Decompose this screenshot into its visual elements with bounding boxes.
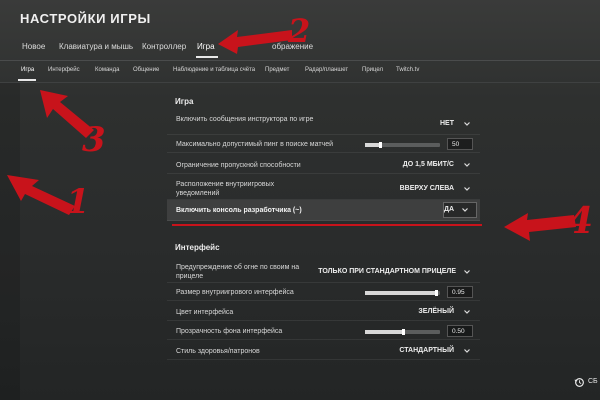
- setting-row-hud-alpha[interactable]: Прозрачность фона интерфейса 0.50: [167, 323, 480, 340]
- setting-row-health-style[interactable]: Стиль здоровья/патронов СТАНДАРТНЫЙ: [167, 343, 480, 360]
- setting-label: Размер внутриигрового интерфейса: [176, 289, 294, 296]
- reset-label: СБ: [588, 378, 598, 385]
- subtab-team[interactable]: Команда: [95, 67, 119, 73]
- subtab-communication[interactable]: Общение: [133, 67, 159, 73]
- active-main-tab-underline: [196, 56, 218, 58]
- hud-alpha-value-box[interactable]: 0.50: [447, 325, 473, 337]
- chevron-down-icon: [464, 310, 470, 314]
- reset-icon: [574, 378, 584, 387]
- setting-row-friendly-fire[interactable]: Предупреждение об огне по своим на прице…: [167, 260, 480, 283]
- annotation-arrow-2: [218, 30, 292, 54]
- setting-row-hud-scale[interactable]: Размер внутриигрового интерфейса 0.95: [167, 284, 480, 301]
- slider-handle[interactable]: [401, 329, 405, 335]
- hud-alpha-slider[interactable]: [365, 329, 440, 335]
- setting-value: НЕТ: [440, 120, 454, 127]
- subtab-radar[interactable]: Радар/планшет: [305, 67, 348, 73]
- annotation-underline: [172, 224, 482, 226]
- page-title: НАСТРОЙКИ ИГРЫ: [20, 11, 151, 26]
- section-title-interface: Интерфейс: [175, 243, 220, 252]
- slider-handle[interactable]: [379, 142, 382, 148]
- setting-row-bandwidth[interactable]: Ограничение пропускной способности ДО 1,…: [167, 157, 480, 174]
- setting-label: Расположение внутриигровых уведомлений: [176, 181, 275, 197]
- setting-value: ДА: [443, 206, 454, 213]
- subtab-spectating-scoreboard[interactable]: Наблюдение и таблица счёта: [173, 67, 255, 73]
- setting-row-hud-color[interactable]: Цвет интерфейса ЗЕЛЁНЫЙ: [167, 304, 480, 321]
- slider-fill: [365, 143, 380, 147]
- chevron-down-icon: [462, 208, 468, 212]
- active-sub-tab-underline: [18, 79, 36, 81]
- setting-label: Цвет интерфейса: [176, 309, 234, 316]
- annotation-number-4: 4: [568, 200, 594, 242]
- subtab-interface[interactable]: Интерфейс: [48, 67, 80, 73]
- annotation-number-1: 1: [66, 182, 90, 222]
- reset-button[interactable]: СБ: [574, 377, 600, 391]
- subtab-game[interactable]: Игра: [21, 67, 34, 73]
- setting-label: Включить сообщения инструктора по игре: [176, 116, 314, 123]
- tab-new[interactable]: Новое: [22, 42, 45, 51]
- setting-label: Максимально допустимый пинг в поиске мат…: [176, 141, 334, 148]
- slider-handle[interactable]: [435, 290, 439, 296]
- chevron-down-icon: [464, 122, 470, 126]
- tab-game[interactable]: Игра: [197, 42, 215, 51]
- setting-label: Предупреждение об огне по своим на прице…: [176, 264, 300, 280]
- annotation-number-3: 3: [82, 120, 106, 160]
- setting-row-notifications[interactable]: Расположение внутриигровых уведомлений В…: [167, 177, 480, 200]
- hud-scale-value-box[interactable]: 0.95: [447, 286, 473, 298]
- slider-fill: [365, 291, 437, 295]
- chevron-down-icon: [464, 349, 470, 353]
- subtab-crosshair[interactable]: Прицел: [362, 67, 383, 73]
- section-title-game: Игра: [175, 97, 194, 106]
- setting-label: Стиль здоровья/патронов: [176, 348, 260, 355]
- annotation-number-2: 2: [288, 12, 311, 50]
- setting-label: Включить консоль разработчика (~): [176, 207, 302, 214]
- setting-row-max-ping[interactable]: Максимально допустимый пинг в поиске мат…: [167, 136, 480, 153]
- chevron-down-icon: [464, 163, 470, 167]
- chevron-down-icon: [464, 187, 470, 191]
- setting-label: Ограничение пропускной способности: [176, 162, 301, 169]
- subtab-twitch[interactable]: Twitch.tv: [396, 67, 419, 73]
- chevron-down-icon: [464, 270, 470, 274]
- tab-keyboard-mouse[interactable]: Клавиатура и мышь: [59, 42, 133, 51]
- setting-value: ТОЛЬКО ПРИ СТАНДАРТНОМ ПРИЦЕЛЕ: [318, 268, 456, 275]
- setting-value: ДО 1,5 МБИТ/С: [402, 161, 454, 168]
- setting-value: ЗЕЛЁНЫЙ: [418, 308, 454, 315]
- setting-row-dev-console[interactable]: Включить консоль разработчика (~) ДА: [167, 200, 480, 221]
- setting-row-instructor[interactable]: Включить сообщения инструктора по игре Н…: [167, 112, 480, 135]
- setting-label: Прозрачность фона интерфейса: [176, 328, 283, 335]
- subtab-item[interactable]: Предмет: [265, 67, 289, 73]
- subtabs-divider: [0, 82, 600, 83]
- ping-slider[interactable]: [365, 142, 440, 148]
- ping-value-box[interactable]: 50: [447, 138, 473, 150]
- tabs-divider: [0, 60, 600, 61]
- setting-value: СТАНДАРТНЫЙ: [399, 347, 454, 354]
- sub-tabs: Игра Интерфейс Команда Общение Наблюдени…: [0, 62, 600, 82]
- left-edge-panel: [0, 83, 20, 400]
- hud-scale-slider[interactable]: [365, 290, 440, 296]
- tab-controller[interactable]: Контроллер: [142, 42, 186, 51]
- setting-value: ВВЕРХУ СЛЕВА: [399, 185, 454, 192]
- settings-panel: Игра Включить сообщения инструктора по и…: [167, 88, 482, 400]
- slider-fill: [365, 330, 403, 334]
